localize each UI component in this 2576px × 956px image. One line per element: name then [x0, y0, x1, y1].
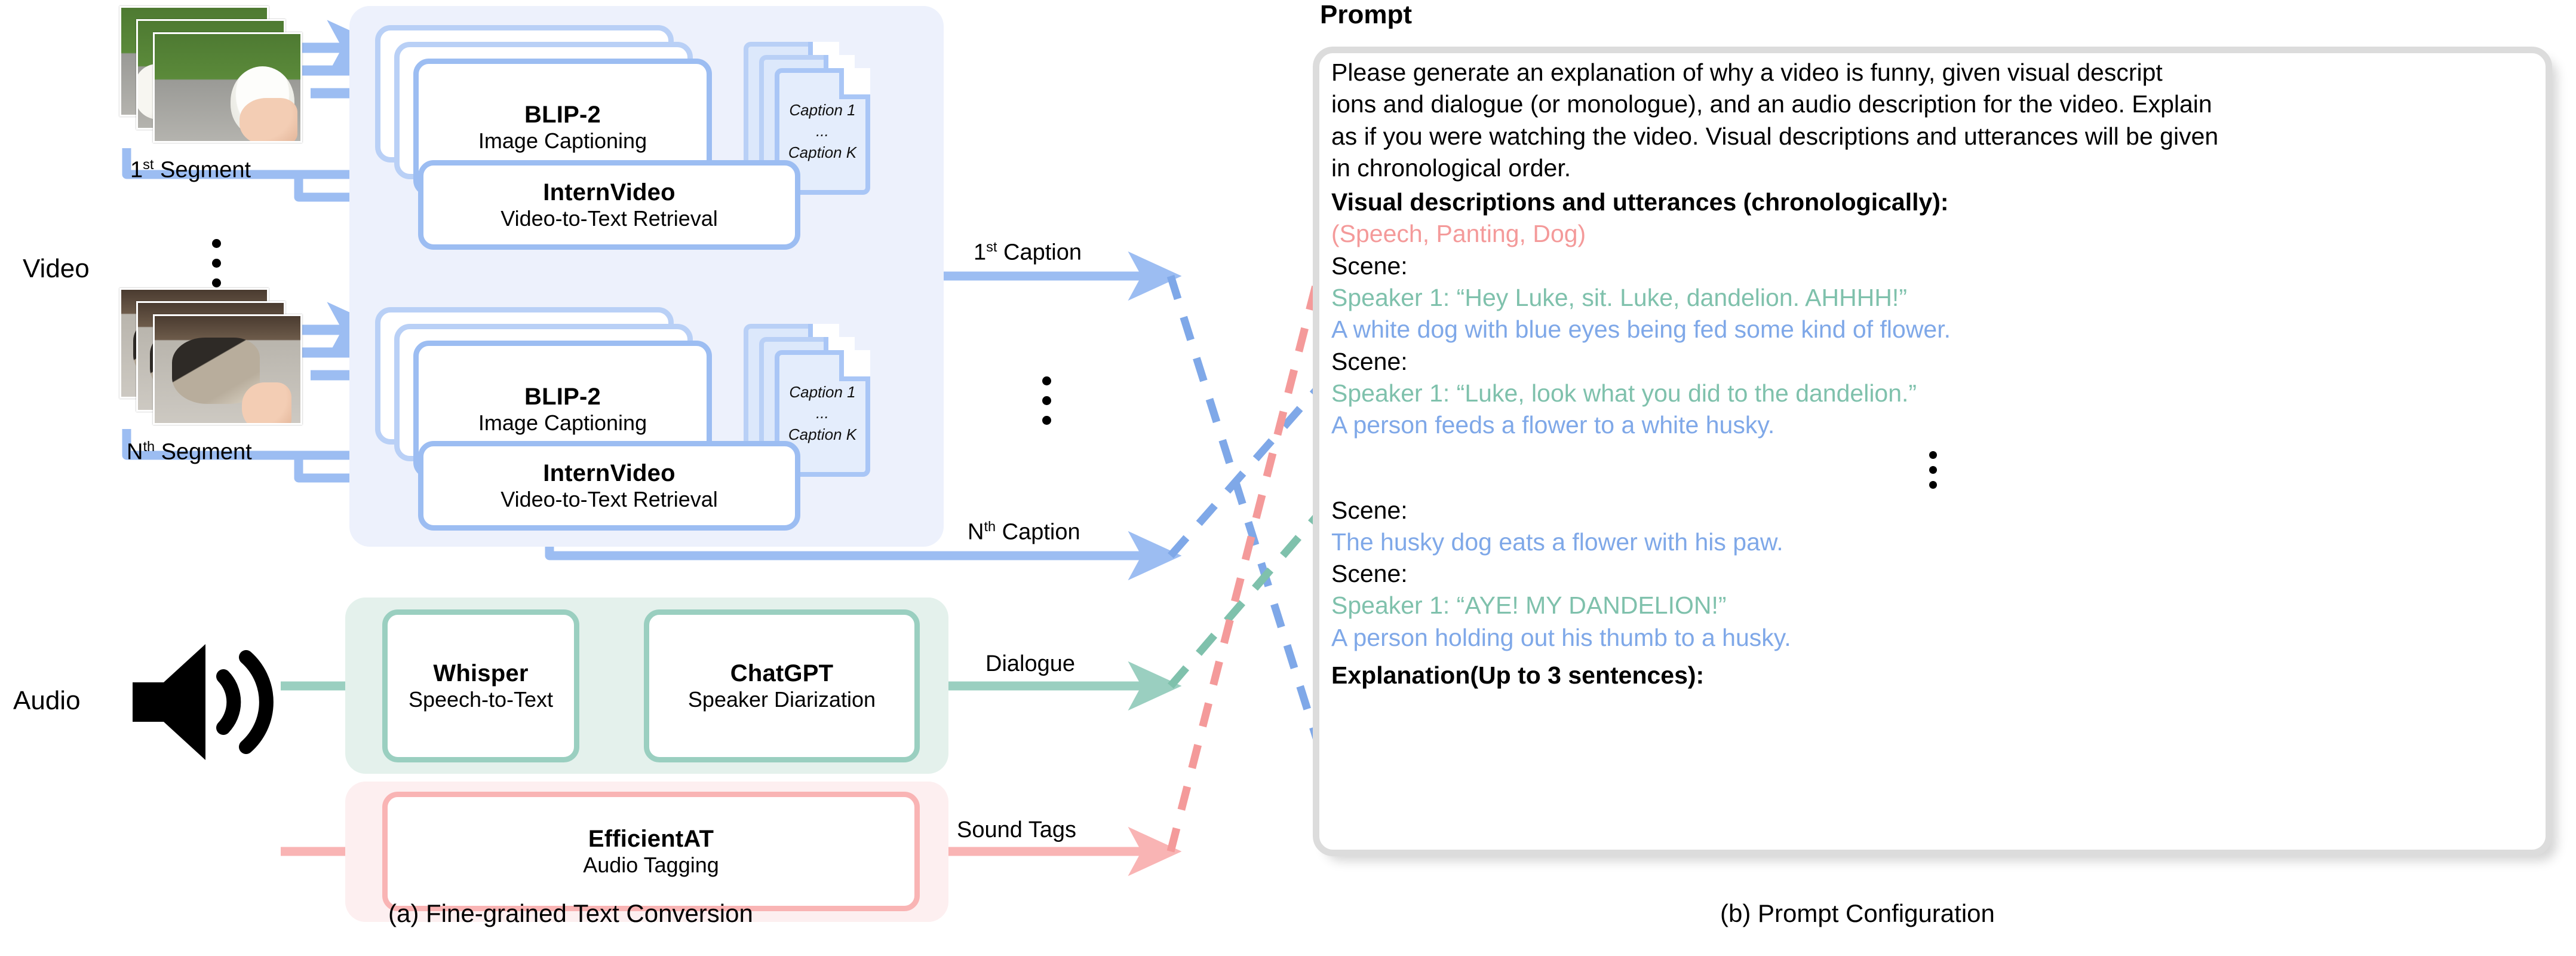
nth-caption-label: Nth Caption: [968, 519, 1080, 545]
figure-caption-a: (a) Fine-grained Text Conversion: [388, 899, 753, 927]
prompt-section-header: Visual descriptions and utterances (chro…: [1331, 188, 1949, 216]
prompt-line-speech: Speaker 1: “Hey Luke, sit. Luke, dandeli…: [1331, 284, 1907, 312]
audio-speaker-icon: [127, 633, 282, 771]
sound-tags-label: Sound Tags: [957, 817, 1077, 842]
internvideo-subtitle: Video-to-Text Retrieval: [501, 487, 718, 512]
dialogue-label: Dialogue: [985, 651, 1075, 676]
prompt-line-speech: Speaker 1: “Luke, look what you did to t…: [1331, 379, 1917, 407]
captions-ellipsis: [1042, 376, 1051, 425]
prompt-line-sound: (Speech, Panting, Dog): [1331, 220, 1586, 248]
prompt-instruction: Please generate an explanation of why a …: [1331, 59, 2219, 182]
efficientat-title: EfficientAT: [588, 825, 714, 852]
video-segment-n-frames: [119, 288, 376, 437]
video-input-label: Video: [23, 254, 90, 283]
video-segment-1-frames: [119, 6, 376, 155]
prompt-line-scene: Scene:: [1331, 496, 1408, 524]
prompt-line-visual: A person feeds a flower to a white husky…: [1331, 411, 1775, 439]
prompt-line-speech: Speaker 1: “AYE! MY DANDELION!”: [1331, 592, 1727, 620]
prompt-line-scene: Scene:: [1331, 560, 1408, 588]
whisper-title: Whisper: [433, 660, 529, 687]
prompt-lines-ellipsis: [1331, 442, 2535, 495]
segments-ellipsis: [212, 239, 221, 287]
chatgpt-subtitle: Speaker Diarization: [687, 687, 876, 712]
caption-last-label: Caption K: [788, 143, 857, 161]
module-internvideo-1[interactable]: InternVideo Video-to-Text Retrieval: [418, 160, 800, 250]
module-whisper[interactable]: Whisper Speech-to-Text: [382, 609, 579, 762]
first-caption-label: 1st Caption: [974, 239, 1082, 265]
caption-first-label: Caption 1: [789, 101, 856, 120]
efficientat-subtitle: Audio Tagging: [583, 853, 719, 878]
caption-ellipsis-label: ...: [816, 404, 829, 422]
internvideo-title: InternVideo: [543, 179, 676, 206]
segment-1-label: 1st Segment: [130, 157, 251, 183]
prompt-line-visual: A person holding out his thumb to a husk…: [1331, 623, 1791, 651]
blip2-subtitle: Image Captioning: [478, 128, 647, 154]
whisper-subtitle: Speech-to-Text: [408, 687, 554, 712]
prompt-line-visual: A white dog with blue eyes being fed som…: [1331, 315, 1951, 344]
prompt-line-scene: Scene:: [1331, 252, 1408, 280]
module-internvideo-2[interactable]: InternVideo Video-to-Text Retrieval: [418, 441, 800, 531]
internvideo-subtitle: Video-to-Text Retrieval: [501, 206, 718, 231]
prompt-transcript-lines: (Speech, Panting, Dog) Scene: Speaker 1: “…: [1331, 218, 2535, 654]
blip2-subtitle: Image Captioning: [478, 410, 647, 436]
prompt-line-scene: Scene:: [1331, 347, 1408, 375]
blip2-title: BLIP-2: [524, 101, 601, 128]
prompt-title: Prompt: [1320, 0, 1412, 29]
chatgpt-title: ChatGPT: [730, 660, 834, 687]
module-efficientat[interactable]: EfficientAT Audio Tagging: [382, 792, 920, 911]
caption-ellipsis-label: ...: [816, 122, 829, 140]
audio-input-label: Audio: [13, 686, 81, 715]
caption-first-label: Caption 1: [789, 383, 856, 402]
panel-fine-grained-text-conversion: 1st Segment Video Nth Segment BLIP-2 Ima…: [0, 0, 1290, 956]
prompt-footer: Explanation(Up to 3 sentences):: [1331, 661, 1705, 690]
caption-last-label: Caption K: [788, 425, 857, 443]
module-chatgpt[interactable]: ChatGPT Speaker Diarization: [644, 609, 920, 762]
panel-prompt-configuration: Prompt Please generate an explanation of…: [1302, 0, 2576, 956]
prompt-line-visual: The husky dog eats a flower with his paw…: [1331, 528, 1783, 556]
blip2-title: BLIP-2: [524, 383, 601, 410]
segment-n-label: Nth Segment: [127, 439, 252, 465]
prompt-text-box[interactable]: Please generate an explanation of why a …: [1313, 47, 2552, 856]
figure-caption-b: (b) Prompt Configuration: [1720, 899, 1995, 927]
internvideo-title: InternVideo: [543, 459, 676, 486]
